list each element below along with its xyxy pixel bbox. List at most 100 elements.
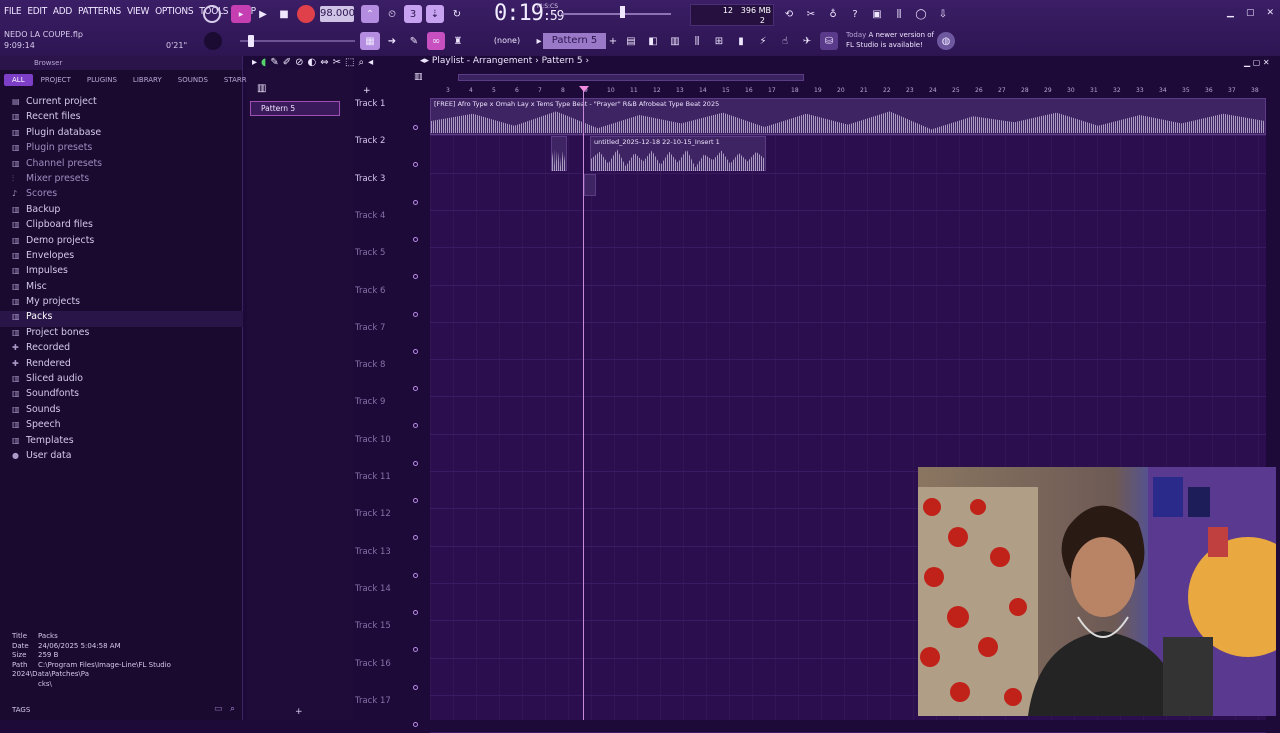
metronome-icon[interactable]: ⌃ [361,5,379,23]
pattern-knob-icon[interactable] [204,32,222,50]
menu-arrow-icon[interactable]: ▸ [252,57,257,68]
track-header[interactable]: Track 12 [355,509,425,546]
browser-item[interactable]: ▥ Plugin database [0,127,243,142]
delete-tool-icon[interactable]: ⊘ [295,57,303,68]
channel-rack-icon[interactable]: ◧ [644,32,662,50]
touch-keyboard-icon[interactable]: ☝ [776,32,794,50]
wait-input-icon[interactable]: ⏲ [383,5,401,23]
browser-item[interactable]: ▥ Recent files [0,111,243,126]
browser-item[interactable]: ▥ Misc [0,281,243,296]
track-mute-icon[interactable] [413,460,418,466]
save-icon[interactable]: ▣ [868,5,886,23]
select-tool-icon[interactable]: ⬚ [345,57,354,68]
audio-clip-insert[interactable]: untitled_2025-12-18 22-10-15_Insert 1 [590,136,766,171]
help-icon[interactable]: ? [846,5,864,23]
add-track-icon[interactable]: + [295,707,303,717]
track-header[interactable]: Track 4 [355,211,425,248]
browser-item[interactable]: ▥ Speech [0,419,243,434]
track-mute-icon[interactable] [413,498,418,503]
slice-tool-icon[interactable]: ✂ [333,57,341,68]
track-mute-icon[interactable] [413,162,418,168]
pattern-none-label[interactable]: (none) [482,33,532,49]
browser-item[interactable]: ▥ Envelopes [0,250,243,265]
track-mute-icon[interactable] [413,721,418,727]
link-icon[interactable]: ∞ [427,32,445,50]
pencil-tool-icon[interactable]: ✎ [405,32,423,50]
piano-icon[interactable]: ▥ [257,83,266,94]
track-mute-icon[interactable] [413,647,418,653]
browser-item[interactable]: ▥ Clipboard files [0,219,243,234]
master-volume-knob-icon[interactable] [203,5,221,23]
browser-item[interactable]: ▤ Current project [0,96,243,111]
browser-item[interactable]: ▥ Backup [0,204,243,219]
plug-icon[interactable]: ⚡ [754,32,772,50]
master-volume-slider[interactable] [240,40,355,42]
tab-all[interactable]: ALL [4,74,33,86]
snap-arrow-icon[interactable]: ➜ [383,32,401,50]
song-mode-icon[interactable]: ▶ [231,5,251,23]
menu-file[interactable]: FILE [4,6,22,17]
playback-tool-icon[interactable]: ◂ [368,57,373,68]
track-mute-icon[interactable] [413,423,418,429]
tempo-display[interactable]: 98.000 [320,6,355,22]
zoom-tool-icon[interactable]: ⌕ [358,57,364,68]
track-header[interactable]: Track 2 [355,136,425,173]
browser-item[interactable]: ▥ Sounds [0,404,243,419]
cut-icon[interactable]: ✂ [802,5,820,23]
pattern-selector[interactable]: Pattern 5 [543,33,606,49]
browser-item[interactable]: ▥ Channel presets [0,158,243,173]
track-mute-icon[interactable] [413,535,418,541]
minimize-icon[interactable]: ▁ [1227,8,1234,18]
track-header[interactable]: Track 9 [355,397,425,434]
playlist-scrollbar[interactable] [458,74,804,81]
track-header[interactable]: Track 6 [355,286,425,323]
menu-add[interactable]: ADD [53,6,72,17]
loop-record-icon[interactable]: ↻ [448,5,466,23]
search-icon[interactable]: ⌕ [230,704,235,714]
track-mute-icon[interactable] [413,311,418,317]
globe-icon[interactable]: ◍ [937,32,955,50]
track-mute-icon[interactable] [413,609,418,615]
track-header[interactable]: Track 8 [355,360,425,397]
track-header[interactable]: Track 17 [355,696,425,733]
pattern-clip[interactable] [584,174,596,196]
track-mute-icon[interactable] [413,348,418,354]
track-header[interactable]: Track 15 [355,621,425,658]
piano-keys-icon[interactable]: ▥ [414,72,423,82]
menu-patterns[interactable]: PATTERNS [78,6,121,17]
track-mute-icon[interactable] [413,572,418,578]
browser-item[interactable]: ▥ Demo projects [0,235,243,250]
playlist-minimize-icon[interactable]: ▁ [1244,58,1250,67]
browser-item[interactable]: ♪ Scores [0,188,243,203]
add-pattern-icon[interactable]: + [604,32,622,50]
track-header[interactable]: Track 11 [355,472,425,509]
tab-library[interactable]: LIBRARY [125,74,170,86]
project-picker-icon[interactable]: ✈ [798,32,816,50]
track-mute-icon[interactable] [413,386,418,392]
close-icon[interactable]: ✕ [1266,8,1274,18]
browser-icon[interactable]: ▮ [732,32,750,50]
stamp-icon[interactable]: ♜ [449,32,467,50]
menu-edit[interactable]: EDIT [27,6,47,17]
browser-item[interactable]: ▥ Templates [0,435,243,450]
track-header[interactable]: Track 10 [355,435,425,472]
chat-icon[interactable]: ◯ [912,5,930,23]
piano-roll-icon[interactable]: ▥ [666,32,684,50]
stop-icon[interactable]: ■ [275,5,293,23]
mute-tool-icon[interactable]: ◐ [307,57,316,68]
add-track-button-icon[interactable]: + [363,86,371,96]
master-pitch-slider[interactable] [561,13,671,15]
tab-plugins[interactable]: PLUGINS [79,74,125,86]
browser-item[interactable]: ▥ Project bones [0,327,243,342]
track-mute-icon[interactable] [413,274,418,280]
track-header[interactable]: Track 16 [355,659,425,696]
undo-icon[interactable]: ⟲ [780,5,798,23]
tab-sounds[interactable]: SOUNDS [170,74,216,86]
shop-icon[interactable]: ⛁ [820,32,838,50]
playhead[interactable] [583,86,584,720]
countdown-icon[interactable]: 3 [404,5,422,23]
browser-item[interactable]: ▥ My projects [0,296,243,311]
record-icon[interactable] [297,5,315,23]
audio-clip-small[interactable] [551,136,567,171]
master-volume-handle[interactable] [248,35,254,47]
